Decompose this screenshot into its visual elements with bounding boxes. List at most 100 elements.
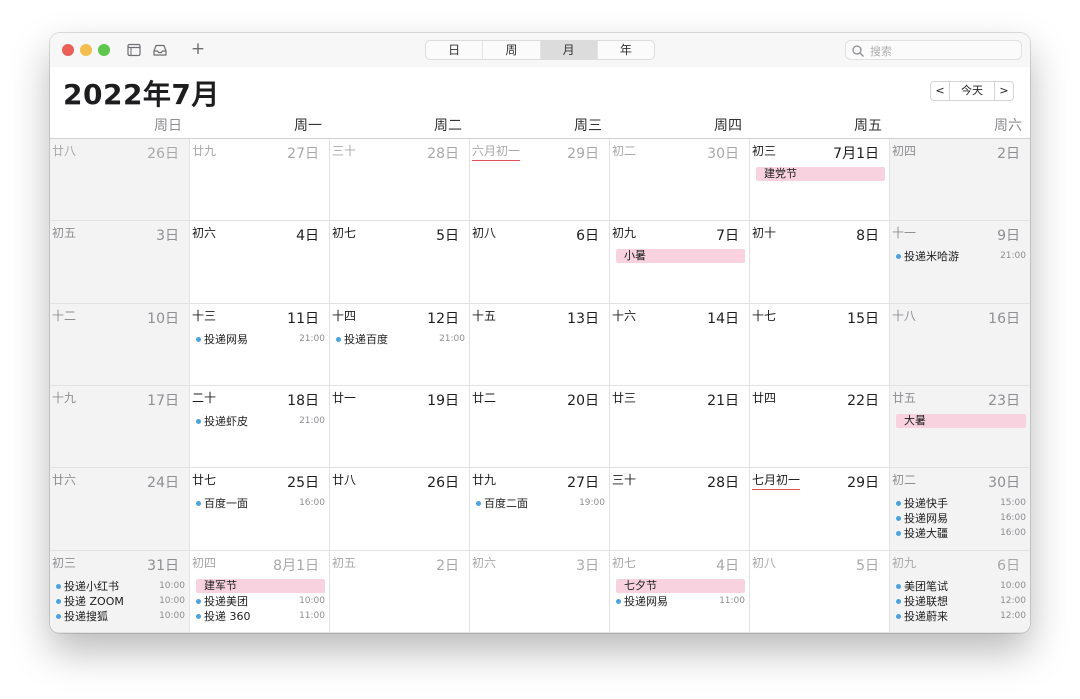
day-cell[interactable]: 十一 9日 投递米哈游 21:00	[890, 221, 1030, 304]
day-cell[interactable]: 初三 7月1日 建党节	[750, 139, 890, 222]
day-cell[interactable]: 十七 15日	[750, 303, 890, 386]
day-cell[interactable]: 廿三 21日	[610, 386, 750, 469]
day-cell[interactable]: 十四 12日 投递百度 21:00	[330, 303, 470, 386]
inbox-icon[interactable]	[151, 41, 169, 59]
day-cell[interactable]: 二十 18日 投递虾皮 21:00	[190, 386, 330, 469]
timed-event[interactable]: 投递小红书 10:00	[54, 579, 185, 594]
day-cell[interactable]: 十六 14日	[610, 303, 750, 386]
calendar-list-icon[interactable]	[125, 41, 143, 59]
day-cell[interactable]: 十二 10日	[50, 303, 190, 386]
timed-event[interactable]: 投递联想 12:00	[894, 594, 1026, 609]
lunar-date: 初三	[52, 555, 77, 570]
next-month-button[interactable]: >	[994, 81, 1014, 101]
day-cell[interactable]: 三十 28日	[330, 139, 470, 222]
day-cell[interactable]: 初八 5日	[750, 550, 890, 633]
previous-month-button[interactable]: <	[930, 81, 950, 101]
allday-event[interactable]: 建军节	[196, 578, 325, 593]
day-cell[interactable]: 初六 3日	[470, 550, 610, 633]
timed-event[interactable]: 投递百度 21:00	[334, 332, 465, 347]
event-time: 11:00	[719, 595, 745, 606]
lunar-date: 初七	[332, 226, 357, 241]
view-tab-1[interactable]: 周	[483, 41, 541, 59]
timed-event[interactable]: 投递搜狐 10:00	[54, 609, 185, 624]
weekday-label: 周三	[574, 118, 602, 134]
day-cell[interactable]: 廿九 27日	[190, 139, 330, 222]
view-tab-2[interactable]: 月	[540, 41, 598, 59]
day-number: 26日	[427, 475, 459, 492]
day-number: 4日	[716, 557, 739, 574]
day-cell[interactable]: 六月初一 29日	[470, 139, 610, 222]
day-cell[interactable]: 廿四 22日	[750, 386, 890, 469]
timed-event[interactable]: 投递米哈游 21:00	[894, 249, 1026, 264]
day-cell[interactable]: 初九 6日 美团笔试 10:00 投递联想 12:00 投递蔚来 12:00	[890, 550, 1030, 633]
view-tab-0[interactable]: 日	[426, 41, 484, 59]
timed-event[interactable]: 投递美团 10:00	[194, 594, 325, 609]
day-cell[interactable]: 廿六 24日	[50, 468, 190, 551]
event-time: 11:00	[299, 610, 325, 621]
search-field[interactable]: 搜索	[845, 40, 1022, 60]
day-cell[interactable]: 十五 13日	[470, 303, 610, 386]
event-time: 21:00	[299, 416, 325, 426]
day-cell[interactable]: 初五 2日	[330, 550, 470, 633]
day-cell[interactable]: 初六 4日	[190, 221, 330, 304]
zoom-button[interactable]	[98, 44, 110, 56]
day-cell[interactable]: 初二 30日 投递快手 15:00 投递网易 16:00 投递大疆 16:00	[890, 468, 1030, 551]
lunar-date: 十六	[612, 308, 637, 323]
lunar-date: 廿一	[332, 391, 357, 405]
timed-event[interactable]: 投递网易 11:00	[614, 594, 745, 609]
timed-event[interactable]: 投递 360 11:00	[194, 609, 325, 624]
title-bar: + 日周月年 搜索	[50, 33, 1030, 67]
weekday-label: 周五	[854, 118, 882, 134]
day-cell[interactable]: 初七 4日 七夕节 投递网易 11:00	[610, 550, 750, 633]
minimize-button[interactable]	[80, 44, 92, 56]
timed-event[interactable]: 投递网易 21:00	[194, 332, 325, 347]
lunar-date: 十一	[892, 226, 917, 241]
weekday-label: 周四	[714, 118, 742, 134]
allday-event[interactable]: 七夕节	[616, 578, 745, 593]
day-number: 27日	[567, 475, 599, 492]
allday-event[interactable]: 小暑	[616, 249, 745, 264]
day-cell[interactable]: 初四 8月1日 建军节 投递美团 10:00 投递 360 11:00	[190, 550, 330, 633]
timed-event[interactable]: 投递蔚来 12:00	[894, 609, 1026, 624]
timed-event[interactable]: 美团笔试 10:00	[894, 579, 1026, 594]
day-cell[interactable]: 初八 6日	[470, 221, 610, 304]
allday-event[interactable]: 建党节	[756, 167, 885, 181]
view-tab-3[interactable]: 年	[598, 41, 654, 59]
day-cell[interactable]: 初二 30日	[610, 139, 750, 222]
timed-event[interactable]: 百度一面 16:00	[194, 496, 325, 511]
day-cell[interactable]: 十三 11日 投递网易 21:00	[190, 303, 330, 386]
timed-event[interactable]: 投递网易 16:00	[894, 511, 1026, 526]
day-cell[interactable]: 十九 17日	[50, 386, 190, 469]
day-cell[interactable]: 廿九 27日 百度二面 19:00	[470, 468, 610, 551]
day-cell[interactable]: 七月初一 29日	[750, 468, 890, 551]
today-button[interactable]: 今天	[950, 81, 994, 101]
allday-event[interactable]: 大暑	[896, 414, 1026, 428]
day-cell[interactable]: 廿七 25日 百度一面 16:00	[190, 468, 330, 551]
day-cell[interactable]: 廿一 19日	[330, 386, 470, 469]
day-cell[interactable]: 廿五 23日 大暑	[890, 386, 1030, 469]
view-switcher: 日周月年	[425, 40, 655, 60]
add-event-button[interactable]: +	[189, 41, 207, 59]
day-cell[interactable]: 十八 16日	[890, 303, 1030, 386]
timed-event[interactable]: 投递快手 15:00	[894, 496, 1026, 511]
day-cell[interactable]: 初七 5日	[330, 221, 470, 304]
event-list: 百度二面 19:00	[474, 496, 605, 511]
event-list: 投递小红书 10:00 投递 ZOOM 10:00 投递搜狐 10:00	[54, 579, 185, 624]
close-button[interactable]	[62, 44, 74, 56]
day-cell[interactable]: 初四 2日	[890, 139, 1030, 222]
event-dot-icon	[616, 598, 621, 604]
day-cell[interactable]: 三十 28日	[610, 468, 750, 551]
day-cell[interactable]: 廿八 26日	[330, 468, 470, 551]
event-list: 小暑	[614, 249, 745, 264]
day-cell[interactable]: 初五 3日	[50, 221, 190, 304]
timed-event[interactable]: 投递 ZOOM 10:00	[54, 594, 185, 609]
day-cell[interactable]: 廿八 26日	[50, 139, 190, 222]
timed-event[interactable]: 百度二面 19:00	[474, 496, 605, 511]
event-time: 21:00	[299, 333, 325, 344]
day-cell[interactable]: 初十 8日	[750, 221, 890, 304]
day-cell[interactable]: 初三 31日 投递小红书 10:00 投递 ZOOM 10:00 投递搜狐 10:00	[50, 550, 190, 633]
day-cell[interactable]: 廿二 20日	[470, 386, 610, 469]
timed-event[interactable]: 投递虾皮 21:00	[194, 414, 325, 429]
timed-event[interactable]: 投递大疆 16:00	[894, 526, 1026, 541]
day-cell[interactable]: 初九 7日 小暑	[610, 221, 750, 304]
